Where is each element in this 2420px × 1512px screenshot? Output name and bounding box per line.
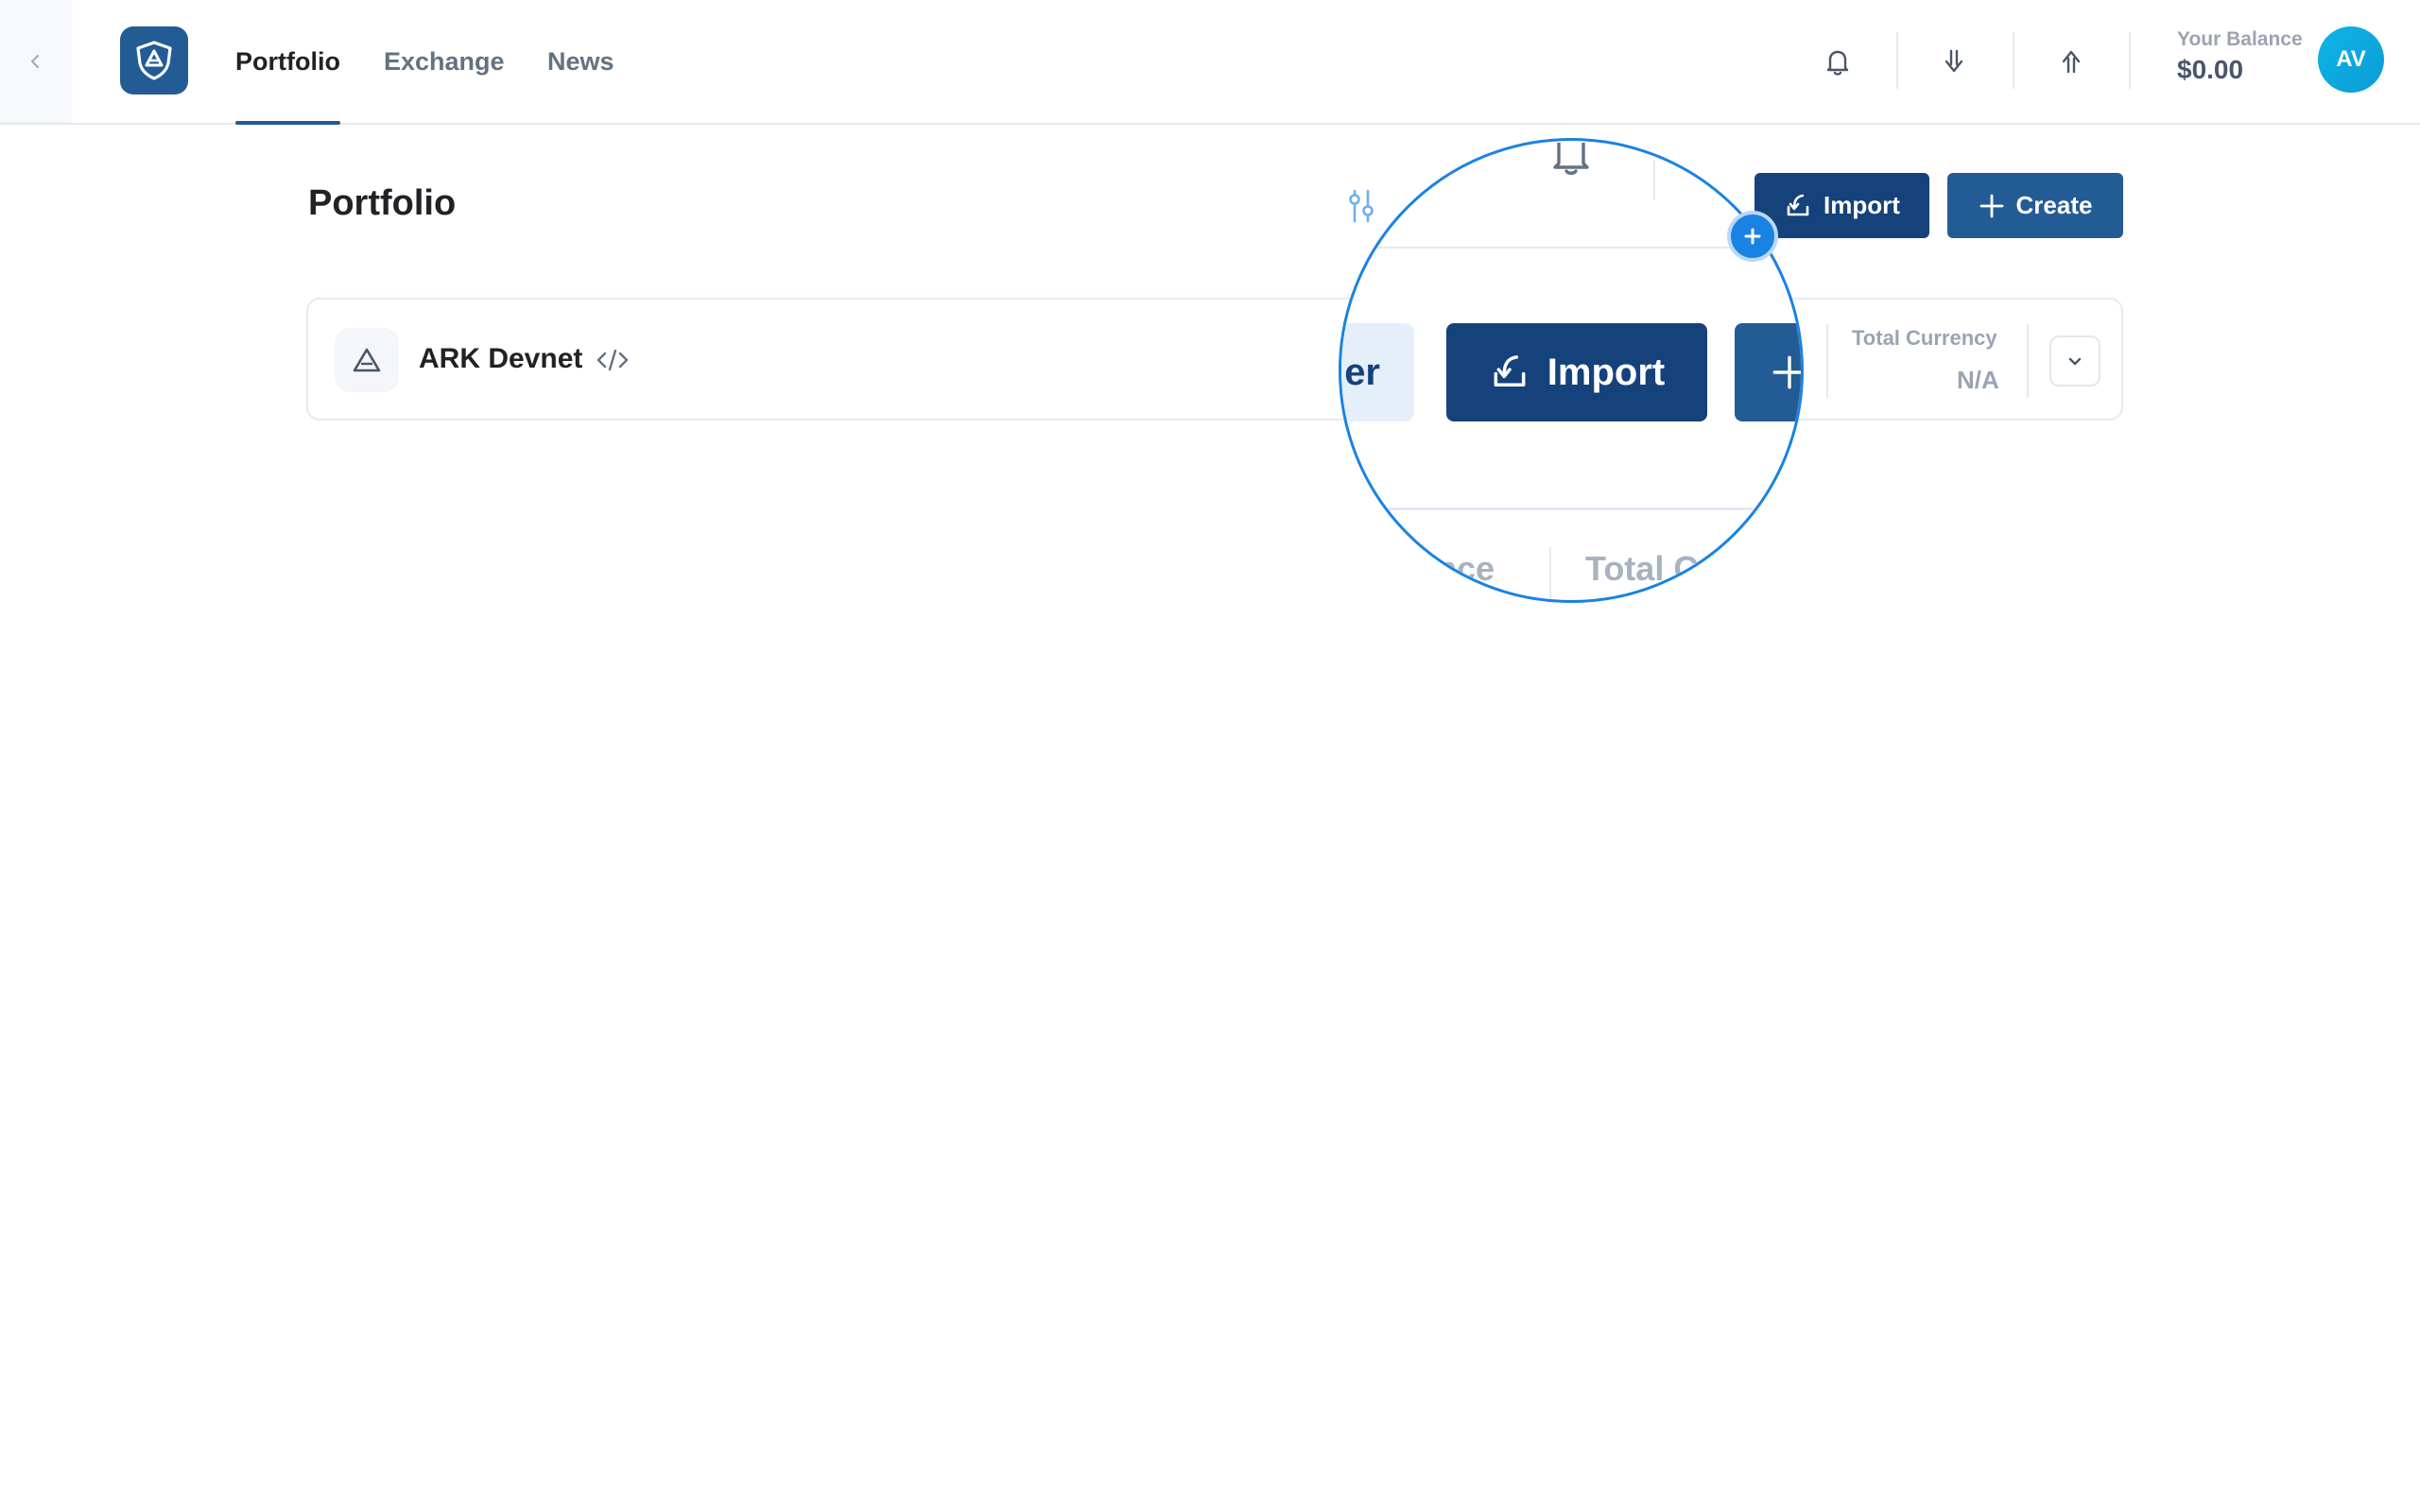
navbar-divider	[1896, 32, 1898, 89]
code-icon	[594, 343, 631, 377]
tab-news-label: News	[547, 46, 614, 76]
send-icon	[2062, 50, 2081, 74]
magnified-total-fragment: Total Cu	[1585, 549, 1720, 588]
import-button-label: Import	[1824, 191, 1900, 219]
plus-icon	[1744, 228, 1761, 245]
notifications-button[interactable]	[1812, 36, 1863, 87]
magnified-view: er Import ance Total Cu	[1341, 141, 1801, 600]
receive-button[interactable]	[1928, 36, 1979, 87]
card-divider	[1826, 324, 1828, 398]
magnifier-zoom-handle[interactable]	[1727, 211, 1778, 262]
bell-icon	[1826, 50, 1849, 76]
tab-portfolio-label: Portfolio	[235, 46, 340, 76]
back-button[interactable]	[0, 0, 72, 123]
shield-logo-icon	[136, 41, 172, 80]
total-currency-value: N/A	[1957, 366, 1999, 394]
magnified-partial-label: er	[1344, 351, 1380, 393]
balance-label: Your Balance	[2177, 28, 2303, 50]
network-name: ARK Devnet	[419, 343, 583, 374]
total-currency-label: Total Currency	[1852, 326, 1997, 350]
navbar-divider	[2129, 32, 2131, 89]
navbar-divider	[2013, 32, 2014, 89]
user-avatar[interactable]: AV	[2318, 26, 2384, 93]
ark-network-icon	[335, 328, 399, 392]
create-button[interactable]: Create	[1947, 173, 2123, 238]
card-divider	[2027, 324, 2029, 398]
plus-icon	[1979, 194, 2003, 217]
expand-button[interactable]	[2049, 335, 2100, 387]
create-button-label: Create	[2015, 191, 2093, 219]
app-logo[interactable]	[120, 26, 188, 94]
magnified-plus-icon	[1772, 355, 1801, 389]
magnified-divider	[1653, 160, 1655, 199]
top-navbar: Portfolio Exchange News Your Balance $0.…	[0, 0, 2420, 125]
magnified-import-icon	[1494, 355, 1526, 387]
magnified-partial-button: er	[1341, 323, 1414, 421]
magnified-card-border	[1341, 507, 1801, 510]
tab-exchange[interactable]: Exchange	[384, 0, 505, 123]
avatar-initials: AV	[2336, 46, 2366, 72]
magnified-import-label: Import	[1547, 351, 1666, 393]
tab-exchange-label: Exchange	[384, 46, 505, 76]
magnified-balance-fragment: ance	[1417, 549, 1495, 588]
magnified-bell-icon	[1553, 143, 1589, 175]
magnified-import-button: Import	[1446, 323, 1707, 421]
chevron-down-icon	[2068, 357, 2082, 366]
magnified-divider	[1549, 547, 1551, 600]
active-tab-indicator	[235, 121, 340, 125]
send-button[interactable]	[2046, 36, 2097, 87]
receive-icon	[1945, 49, 1963, 73]
tab-portfolio[interactable]: Portfolio	[235, 0, 340, 125]
magnifier-lens: er Import ance Total Cu	[1339, 138, 1804, 603]
tab-news[interactable]: News	[547, 0, 614, 123]
magnified-create-button	[1735, 323, 1801, 421]
page-title: Portfolio	[308, 183, 457, 223]
chevron-left-icon	[31, 55, 39, 68]
balance-value: $0.00	[2177, 55, 2244, 84]
network-wallet-group[interactable]: ARK Devnet Total Currency N/A	[306, 298, 2123, 421]
